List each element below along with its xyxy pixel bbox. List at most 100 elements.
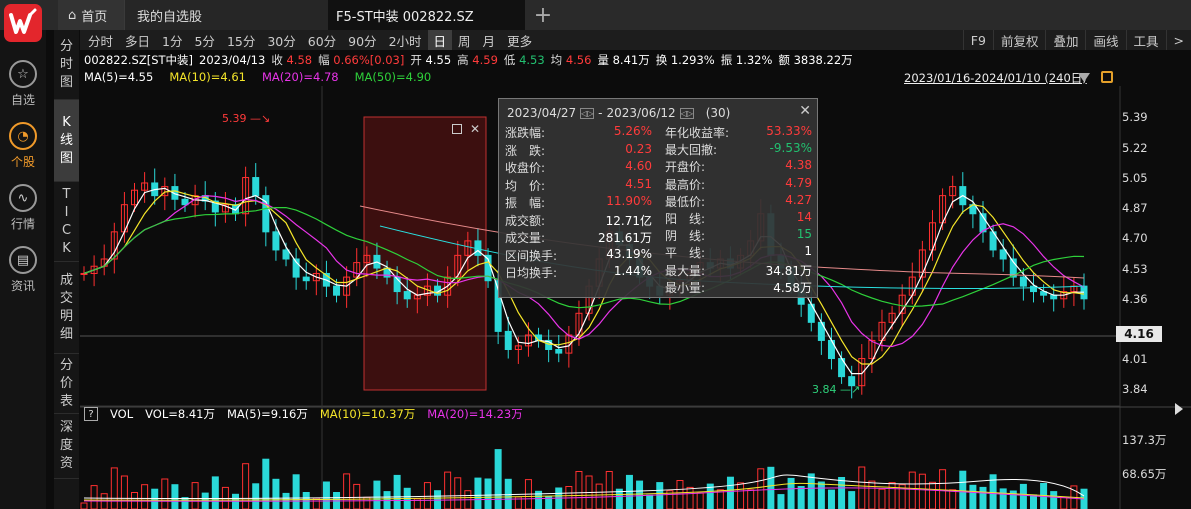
nav-item[interactable]: ◔ 个股: [0, 122, 46, 182]
popup-stat-row: 年化收益率: 53.33%: [665, 124, 812, 140]
nav-item-label: 行情: [10, 217, 35, 231]
side-tab[interactable]: 分价表: [54, 354, 79, 414]
side-tab-char: 图: [59, 74, 73, 90]
popup-start-date: 2023/04/27: [507, 106, 577, 120]
stat-label: 阳 线:: [665, 212, 706, 226]
stat-label: 涨跌幅:: [505, 126, 546, 140]
ma-legend-item: MA(50)=4.90: [354, 70, 432, 84]
toolbar-button[interactable]: 叠加: [1045, 30, 1085, 50]
quote-date: 2023/04/13: [199, 53, 266, 67]
step-start-icon[interactable]: ◁▷: [580, 107, 595, 119]
lock-icon[interactable]: [1101, 71, 1113, 83]
side-tab-char: 图: [59, 150, 73, 166]
avg-label: 均: [550, 53, 563, 67]
side-tab[interactable]: 分时图: [54, 30, 79, 100]
volume-bar: [625, 474, 633, 509]
period-button[interactable]: 30分: [261, 30, 301, 50]
toolbar-button[interactable]: F9: [962, 30, 993, 50]
period-button[interactable]: 月: [477, 30, 502, 50]
candle-body: [403, 291, 411, 300]
stat-label: 最大回撤:: [665, 143, 718, 158]
volume-bar: [969, 484, 977, 509]
side-tab-char: K: [62, 240, 71, 256]
volume-bar: [484, 478, 492, 509]
popup-stat-row: 收盘价: 4.60: [505, 159, 652, 175]
volume-bar: [787, 477, 795, 509]
favorites-tab[interactable]: 我的自选股: [124, 0, 328, 30]
period-button[interactable]: 1分: [156, 30, 188, 50]
help-icon[interactable]: ?: [84, 407, 98, 421]
popup-header: 2023/04/27 ◁▷ - 2023/06/12 ◁▷ (30): [507, 106, 731, 120]
toolbar-button[interactable]: 画线: [1085, 30, 1125, 50]
stock-code: 002822.SZ[ST中装]: [84, 53, 194, 67]
volume-bar: [90, 485, 98, 509]
toolbar-button[interactable]: 前复权: [992, 30, 1046, 50]
volume-bar: [716, 489, 724, 509]
stat-value: 43.19%: [606, 246, 652, 261]
new-tab-button[interactable]: +: [528, 0, 558, 30]
home-tab[interactable]: ⌂ 首页: [58, 0, 124, 30]
volume-bar: [322, 481, 330, 509]
period-button[interactable]: 90分: [342, 30, 382, 50]
period-bar: 分时 多日 1分 5分 15分 30分 60分 90分 2小时日周月更多 F9 前复权 叠加 画线 工具…: [80, 30, 1191, 50]
period-button[interactable]: 2小时: [383, 30, 428, 50]
y-axis-label: 5.39: [1122, 110, 1148, 124]
date-range-selector[interactable]: 2023/01/16-2024/01/10 (240日): [904, 70, 1087, 86]
volume-bar: [575, 471, 583, 509]
stat-value: 4.60: [625, 159, 652, 173]
stat-value: 4.38: [785, 158, 812, 173]
period-button[interactable]: 周: [452, 30, 477, 50]
volume-bar: [797, 486, 805, 509]
popup-stat-row: 开盘价: 4.38: [665, 158, 812, 174]
popup-stat-row: 涨 跌: 0.23: [505, 142, 652, 158]
y-axis-label: 5.05: [1122, 171, 1148, 185]
stat-label: 收盘价:: [505, 161, 546, 175]
stat-label: 日均换手:: [505, 266, 558, 280]
stat-value: 0.23: [625, 141, 652, 156]
toolbar-button[interactable]: >: [1165, 30, 1191, 50]
volume-bar: [838, 477, 846, 509]
expand-right-icon[interactable]: [1175, 403, 1183, 415]
popup-stat-row: 阳 线: 14: [665, 210, 812, 226]
step-end-icon[interactable]: ◁▷: [679, 107, 694, 119]
period-button[interactable]: 多日: [119, 30, 156, 50]
volume-bar: [292, 474, 300, 509]
stat-label: 均 价:: [505, 178, 546, 193]
candle-body: [1019, 276, 1027, 287]
side-tab[interactable]: 深度资: [54, 414, 79, 479]
y-axis-label: 5.22: [1122, 141, 1148, 155]
turnover-value: 换 1.293%: [655, 53, 715, 67]
period-button[interactable]: 60分: [302, 30, 342, 50]
close-icon[interactable]: ✕: [470, 122, 480, 136]
candle-body: [272, 231, 280, 251]
volume-bar: [1060, 496, 1068, 509]
side-tab[interactable]: K线图: [54, 100, 79, 182]
side-tab[interactable]: TICK: [54, 182, 79, 262]
volume-bar: [494, 449, 502, 509]
nav-item[interactable]: ☆ 自选: [0, 60, 46, 120]
close-icon[interactable]: ✕: [799, 103, 811, 119]
volume-bar: [757, 468, 765, 509]
stock-tab[interactable]: F5-ST中装 002822.SZ: [328, 0, 525, 30]
change-value: 0.66%[0.03]: [333, 53, 405, 67]
popup-stat-row: 最低价: 4.27: [665, 193, 812, 209]
period-button[interactable]: 更多: [501, 30, 538, 50]
nav-item[interactable]: ∿ 行情: [0, 184, 46, 244]
vol-title: VOL: [110, 407, 134, 421]
side-tab[interactable]: 成交明细: [54, 262, 79, 354]
volume-bar: [767, 466, 775, 509]
nav-item[interactable]: ▤ 资讯: [0, 246, 46, 306]
chevron-down-icon[interactable]: [1078, 73, 1090, 82]
toolbar-button[interactable]: 工具: [1125, 30, 1166, 50]
stat-value: 53.33%: [766, 124, 812, 138]
period-button[interactable]: 15分: [221, 30, 261, 50]
stat-value: 15: [796, 227, 812, 242]
period-button[interactable]: 分时: [82, 30, 119, 50]
volume-bar: [918, 473, 926, 509]
vol-ma20: MA(20)=14.23万: [427, 407, 523, 421]
volume-bar: [737, 482, 745, 509]
maximize-icon[interactable]: [452, 124, 462, 134]
period-button[interactable]: 5分: [188, 30, 220, 50]
volume-bar: [878, 488, 886, 509]
period-button[interactable]: 日: [427, 30, 453, 50]
